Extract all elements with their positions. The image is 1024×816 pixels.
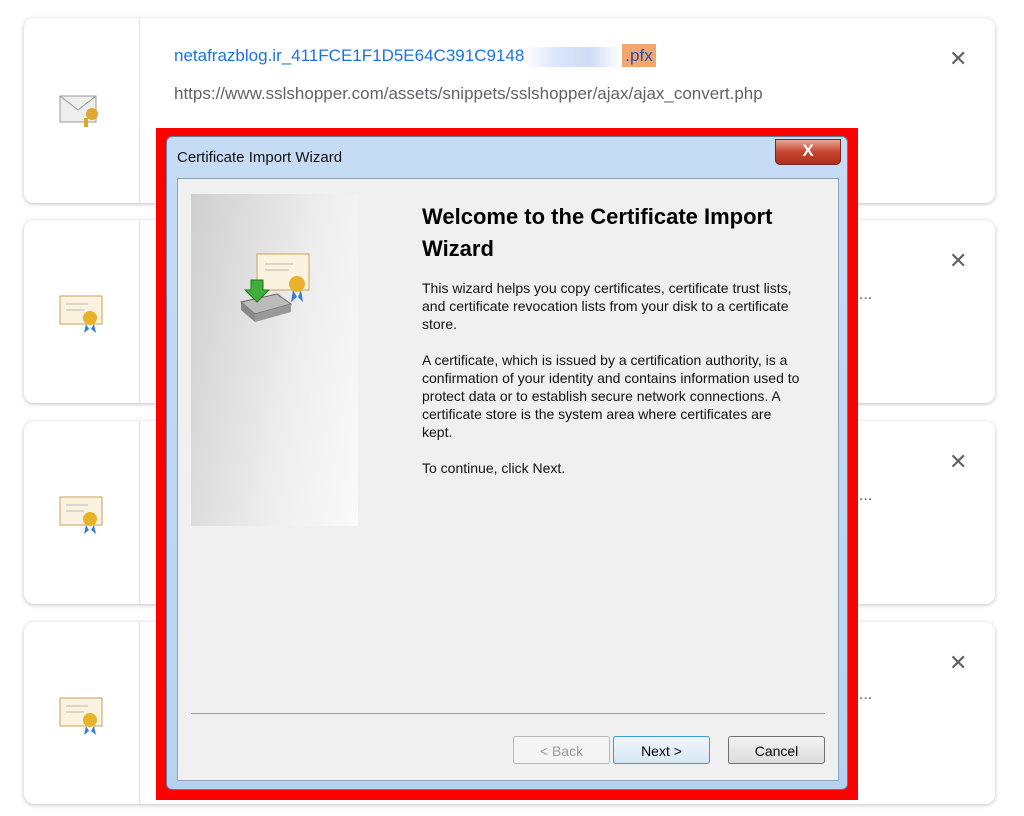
download-filename[interactable]: netafrazblog.ir_411FCE1F1D5E64C391C9148.… (174, 44, 656, 67)
divider (139, 220, 140, 403)
close-icon[interactable]: ✕ (949, 248, 967, 274)
wizard-side-panel (191, 194, 358, 526)
wizard-instruction: To continue, click Next. (422, 460, 566, 476)
close-icon[interactable]: ✕ (949, 650, 967, 676)
divider (139, 18, 140, 203)
certificate-icon (59, 697, 103, 735)
cancel-button[interactable]: Cancel (728, 736, 825, 764)
wizard-content: Welcome to the Certificate Import Wizard… (177, 178, 839, 781)
certificate-icon (59, 295, 103, 333)
wizard-heading: Welcome to the Certificate Import Wizard (422, 204, 773, 261)
close-icon[interactable]: ✕ (949, 46, 967, 72)
wizard-description: This wizard helps you copy certificates,… (422, 280, 792, 332)
download-url: https://www.sslshopper.com/assets/snippe… (174, 84, 763, 103)
wizard-description: A certificate, which is issued by a cert… (422, 352, 800, 440)
pfx-key-envelope-icon (59, 95, 98, 127)
close-button[interactable]: X (775, 139, 841, 165)
separator (191, 713, 825, 714)
redacted-region (524, 46, 623, 67)
dialog-title: Certificate Import Wizard (177, 149, 343, 166)
certificate-import-icon (239, 253, 310, 322)
back-button[interactable]: < Back (513, 736, 610, 764)
certificate-icon (59, 496, 103, 534)
divider (139, 421, 140, 604)
filename-text[interactable]: netafrazblog.ir_411FCE1F1D5E64C391C9148 (174, 46, 524, 65)
divider (139, 622, 140, 804)
certificate-import-wizard-dialog: Certificate Import Wizard X Welcome to t… (166, 136, 848, 790)
close-icon[interactable]: ✕ (949, 449, 967, 475)
filename-extension[interactable]: .pfx (622, 44, 656, 67)
next-button[interactable]: Next > (613, 736, 710, 764)
